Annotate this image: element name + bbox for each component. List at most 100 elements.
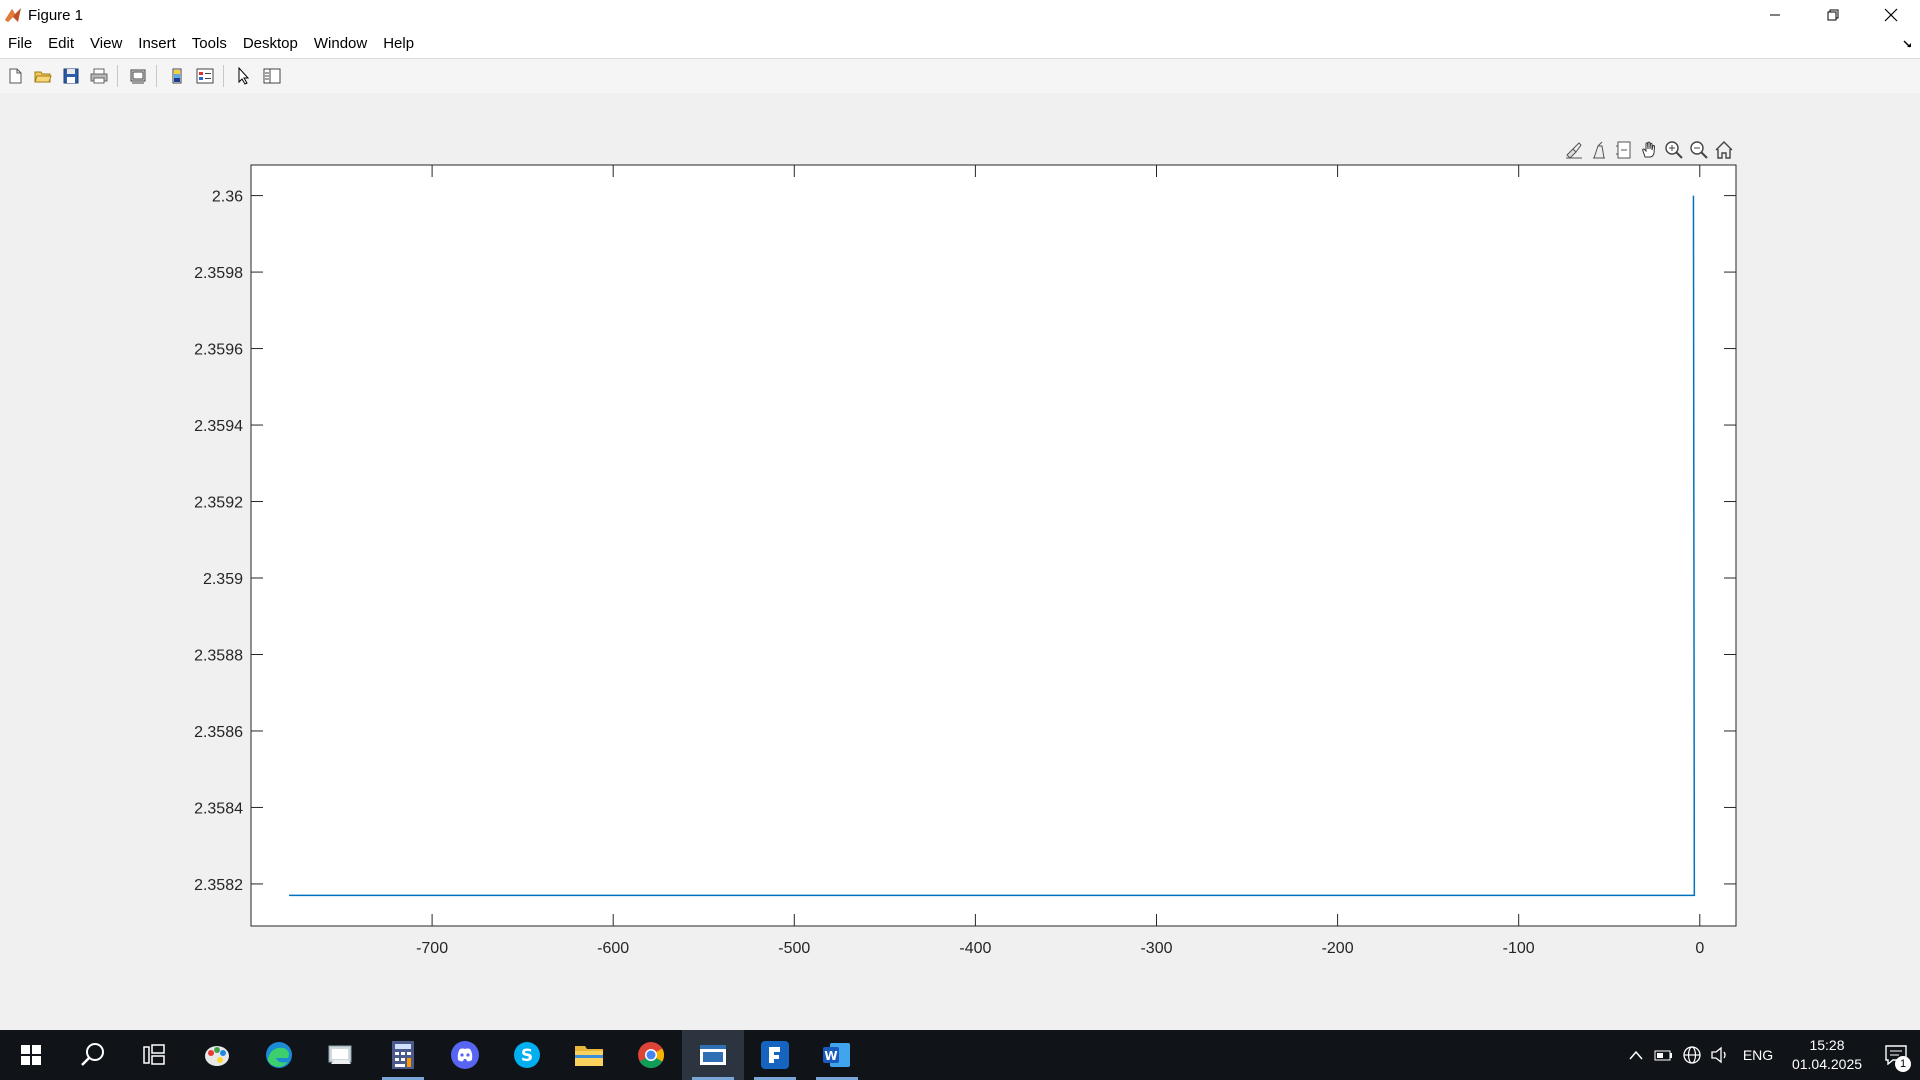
new-figure-button[interactable]	[2, 63, 28, 89]
menu-tools[interactable]: Tools	[184, 30, 235, 58]
pan-button[interactable]	[1637, 138, 1661, 162]
y-tick-label: 2.3586	[194, 724, 243, 741]
x-tick-label: 0	[1695, 940, 1704, 957]
zoom-in-button[interactable]	[1662, 138, 1686, 162]
clock-date: 01.04.2025	[1791, 1056, 1863, 1072]
menu-view[interactable]: View	[82, 30, 130, 58]
battery-icon	[1654, 1050, 1672, 1061]
window-title: Figure 1	[28, 6, 84, 24]
edit-plot-icon	[238, 67, 250, 85]
print-button[interactable]	[86, 63, 112, 89]
svg-text:W: W	[824, 1049, 837, 1063]
app-icon	[761, 1041, 789, 1069]
figure-canvas[interactable]: -700 -600 -500 -400 -300 -200 -100 0 2.3582 2.358…	[0, 93, 1920, 1030]
close-button[interactable]	[1862, 0, 1920, 30]
title-bar: Figure 1	[0, 0, 1920, 30]
clock[interactable]: 15:28 01.04.2025	[1782, 1036, 1872, 1074]
menu-file[interactable]: File	[0, 30, 40, 58]
menu-edit[interactable]: Edit	[40, 30, 82, 58]
insert-colorbar-button[interactable]	[164, 63, 190, 89]
svg-text:S: S	[521, 1046, 533, 1066]
matlab-window-icon	[700, 1045, 726, 1065]
search-button[interactable]	[62, 1030, 124, 1080]
toolbar-separator	[156, 65, 157, 87]
restore-button[interactable]	[1804, 0, 1862, 30]
open-file-icon	[34, 71, 52, 83]
x-tick-label: -200	[1322, 940, 1354, 957]
search-icon	[81, 1043, 104, 1066]
taskbar-skype[interactable]: S	[496, 1030, 558, 1080]
notification-center-button[interactable]: 1	[1872, 1030, 1920, 1080]
taskbar-paint[interactable]	[186, 1030, 248, 1080]
y-tick-label: 2.3594	[194, 418, 243, 435]
toolbar-separator	[117, 65, 118, 87]
menu-desktop[interactable]: Desktop	[235, 30, 306, 58]
y-tick-label: 2.3588	[194, 647, 243, 664]
calculator-icon	[392, 1041, 414, 1069]
restore-view-button[interactable]	[1612, 138, 1636, 162]
home-button[interactable]	[1712, 138, 1736, 162]
skype-icon: S	[514, 1042, 540, 1068]
restore-icon	[1827, 9, 1839, 21]
volume-button[interactable]	[1706, 1030, 1734, 1080]
x-tick-label: -400	[959, 940, 991, 957]
y-tick-label: 2.3582	[194, 877, 243, 894]
matlab-logo-icon	[5, 8, 21, 22]
plot-svg[interactable]: -700 -600 -500 -400 -300 -200 -100 0 2.3582 2.358…	[0, 93, 1920, 1030]
network-button[interactable]	[1678, 1030, 1706, 1080]
y-tick-label: 2.359	[203, 571, 243, 588]
y-tick-label: 2.3596	[194, 342, 243, 359]
show-hidden-icons-button[interactable]	[1622, 1030, 1650, 1080]
explorer-app-icon	[328, 1045, 352, 1064]
file-explorer-icon	[575, 1046, 603, 1066]
y-tick-label: 2.3592	[194, 495, 243, 512]
taskbar-edge[interactable]	[248, 1030, 310, 1080]
zoom-out-button[interactable]	[1687, 138, 1711, 162]
legend-icon	[196, 68, 214, 84]
task-view-button[interactable]	[124, 1030, 186, 1080]
property-inspector-button[interactable]	[259, 63, 285, 89]
figure-toolbar	[0, 58, 1920, 94]
taskbar-word[interactable]: W	[806, 1030, 868, 1080]
x-tick-label: -100	[1503, 940, 1535, 957]
dock-arrow-icon[interactable]	[1902, 38, 1914, 50]
print-icon	[90, 68, 108, 84]
axes-toolbar	[1562, 138, 1736, 162]
print-preview-button[interactable]	[125, 63, 151, 89]
language-label: ENG	[1742, 1047, 1774, 1063]
minimize-button[interactable]	[1746, 0, 1804, 30]
menu-bar: File Edit View Insert Tools Desktop Wind…	[0, 30, 1920, 58]
colorbar-icon	[172, 68, 182, 84]
taskbar-matlab-window[interactable]	[682, 1030, 744, 1080]
save-button[interactable]	[58, 63, 84, 89]
data-tips-button[interactable]	[1587, 138, 1611, 162]
pan-icon	[1642, 141, 1656, 158]
taskbar: S W ENG 15:28 01.04.2025 1	[0, 1030, 1920, 1080]
taskbar-explorer-app[interactable]	[310, 1030, 372, 1080]
start-button[interactable]	[0, 1030, 62, 1080]
word-icon: W	[823, 1043, 850, 1067]
menu-help[interactable]: Help	[375, 30, 422, 58]
menu-insert[interactable]: Insert	[130, 30, 184, 58]
taskbar-discord[interactable]	[434, 1030, 496, 1080]
start-icon	[21, 1045, 41, 1065]
edit-plot-button[interactable]	[231, 63, 257, 89]
brush-button[interactable]	[1562, 138, 1586, 162]
language-indicator[interactable]: ENG	[1734, 1030, 1782, 1080]
toolbar-separator	[223, 65, 224, 87]
discord-icon	[451, 1041, 479, 1069]
x-tick-label: -600	[597, 940, 629, 957]
close-icon	[1884, 8, 1898, 22]
open-file-button[interactable]	[30, 63, 56, 89]
insert-legend-button[interactable]	[192, 63, 218, 89]
chrome-icon	[638, 1042, 665, 1069]
x-tick-label: -500	[778, 940, 810, 957]
battery-button[interactable]	[1650, 1030, 1678, 1080]
taskbar-chrome[interactable]	[620, 1030, 682, 1080]
taskbar-app[interactable]	[744, 1030, 806, 1080]
speaker-icon	[1711, 1046, 1726, 1064]
taskbar-calculator[interactable]	[372, 1030, 434, 1080]
menu-window[interactable]: Window	[306, 30, 375, 58]
paint-icon	[205, 1046, 229, 1066]
taskbar-file-explorer[interactable]	[558, 1030, 620, 1080]
